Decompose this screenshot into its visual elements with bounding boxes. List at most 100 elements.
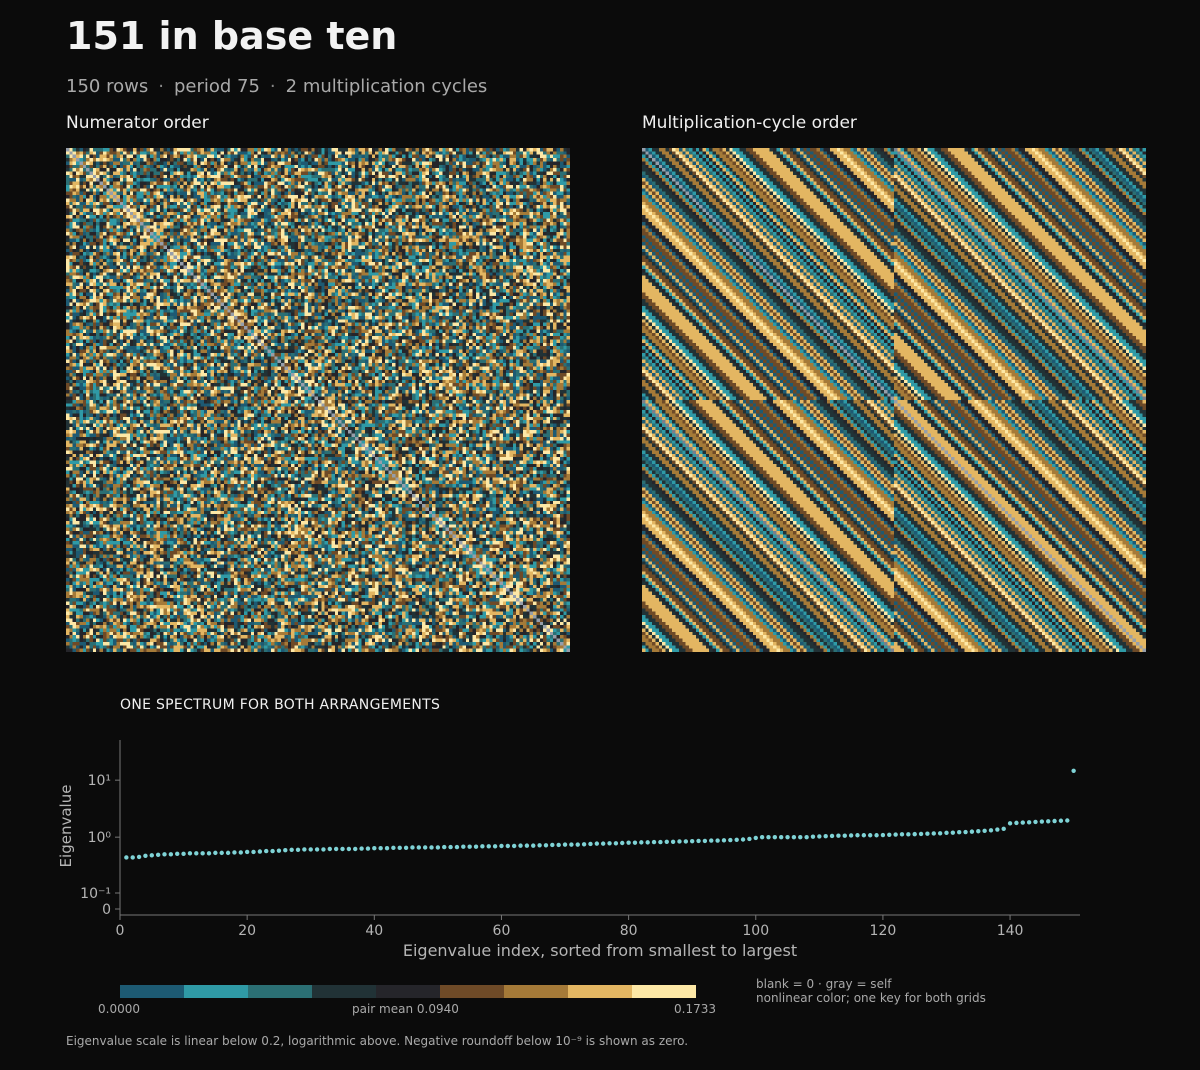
spectrum-point bbox=[556, 842, 561, 848]
spectrum-point bbox=[162, 852, 167, 857]
spectrum-point bbox=[225, 850, 231, 856]
spectrum-point bbox=[187, 851, 193, 856]
spectrum-point bbox=[276, 848, 282, 853]
spectrum-point bbox=[906, 832, 911, 837]
spectrum-point bbox=[289, 847, 294, 853]
spectrum-point bbox=[359, 846, 364, 851]
spectrum-point bbox=[861, 833, 867, 838]
spectrum-point bbox=[480, 844, 485, 849]
legend-swatch bbox=[312, 985, 376, 998]
spectrum-point bbox=[613, 841, 619, 846]
spectrum-point bbox=[817, 834, 822, 839]
y-tick-label: 0 bbox=[102, 902, 111, 918]
spectrum-point bbox=[200, 851, 205, 856]
spectrum-point bbox=[823, 833, 828, 839]
x-tick-label: 120 bbox=[870, 923, 897, 939]
spectrum-point bbox=[581, 842, 587, 847]
spectrum-point bbox=[149, 853, 154, 858]
spectrum-point bbox=[416, 845, 422, 850]
spectrum-point bbox=[1058, 818, 1064, 823]
spectrum-point bbox=[562, 842, 568, 847]
spectrum-point bbox=[721, 838, 727, 843]
spectrum-point bbox=[918, 831, 924, 837]
spectrum-point bbox=[181, 851, 186, 857]
spectrum-point bbox=[1014, 820, 1019, 826]
legend-max-label: 0.1733 bbox=[674, 1002, 716, 1016]
spectrum-point bbox=[702, 838, 708, 844]
spectrum-point bbox=[696, 838, 701, 844]
spectrum-point bbox=[505, 843, 511, 849]
spectrum-point bbox=[422, 845, 428, 850]
spectrum-point bbox=[384, 846, 390, 851]
spectrum-point bbox=[937, 831, 943, 836]
spectrum-point bbox=[887, 832, 892, 837]
spectrum-point bbox=[333, 846, 339, 852]
spectrum-point bbox=[397, 845, 402, 851]
spectrum-point bbox=[143, 853, 148, 859]
spectrum-point bbox=[492, 844, 498, 849]
spectrum-point bbox=[155, 852, 161, 858]
spectrum-point bbox=[308, 847, 313, 852]
spectrum-points bbox=[124, 768, 1076, 860]
spectrum-point bbox=[378, 846, 383, 851]
legend-note-blank-gray: blank = 0 · gray = self bbox=[756, 977, 892, 991]
numerator-order-heatmap bbox=[66, 148, 570, 652]
spectrum-point bbox=[353, 846, 358, 852]
spectrum-point bbox=[1026, 820, 1032, 825]
spectrum-point bbox=[734, 837, 739, 842]
spectrum-point bbox=[880, 832, 886, 838]
spectrum-point bbox=[728, 837, 733, 843]
x-tick-label: 40 bbox=[365, 923, 383, 939]
spectrum-point bbox=[531, 843, 536, 848]
spectrum-point bbox=[1007, 821, 1013, 826]
spectrum-point bbox=[130, 855, 135, 860]
legend-swatch bbox=[504, 985, 568, 998]
spectrum-point bbox=[1052, 818, 1057, 824]
y-tick-label: 10¹ bbox=[88, 773, 111, 789]
y-axis-label: Eigenvalue bbox=[57, 785, 75, 868]
legend-mid-label: pair mean 0.0940 bbox=[352, 1002, 459, 1016]
spectrum-point bbox=[982, 828, 987, 834]
spectrum-point bbox=[677, 839, 682, 844]
subtitle-separator: · bbox=[269, 76, 276, 97]
subtitle-separator: · bbox=[158, 76, 164, 97]
spectrum-point bbox=[626, 840, 631, 845]
spectrum-point bbox=[391, 845, 396, 851]
spectrum-point bbox=[136, 854, 142, 860]
spectrum-point bbox=[1033, 819, 1038, 825]
spectrum-point bbox=[238, 850, 243, 855]
spectrum-point bbox=[607, 841, 612, 846]
spectrum-point bbox=[1046, 819, 1051, 824]
legend-swatch bbox=[376, 985, 440, 998]
footnote: Eigenvalue scale is linear below 0.2, lo… bbox=[66, 1034, 689, 1048]
spectrum-point bbox=[232, 850, 237, 855]
spectrum-point bbox=[848, 833, 854, 838]
spectrum-point bbox=[206, 851, 212, 856]
spectrum-point bbox=[664, 839, 669, 844]
spectrum-point bbox=[600, 841, 606, 846]
spectrum-axes: 0 20 40 60 80 100 120 140010⁻¹10⁰10¹ bbox=[80, 740, 1080, 939]
spectrum-point bbox=[346, 846, 352, 852]
spectrum-point bbox=[511, 843, 517, 849]
x-tick-label: 20 bbox=[238, 923, 256, 939]
spectrum-point bbox=[651, 839, 657, 845]
spectrum-point bbox=[454, 844, 460, 850]
spectrum-point bbox=[778, 834, 784, 840]
spectrum-point bbox=[594, 841, 600, 846]
spectrum-point bbox=[772, 834, 778, 840]
spectrum-point bbox=[550, 842, 555, 848]
x-tick-label: 60 bbox=[493, 923, 511, 939]
numerator-order-title: Numerator order bbox=[66, 113, 209, 133]
spectrum-point bbox=[410, 845, 415, 850]
spectrum-point bbox=[753, 835, 758, 841]
spectrum-point bbox=[715, 838, 720, 843]
spectrum-point bbox=[499, 843, 504, 849]
spectrum-title: ONE SPECTRUM FOR BOTH ARRANGEMENTS bbox=[120, 697, 441, 713]
spectrum-point bbox=[302, 847, 307, 852]
spectrum-point bbox=[836, 833, 841, 838]
spectrum-point bbox=[473, 844, 479, 849]
spectrum-point bbox=[957, 830, 962, 835]
spectrum-point bbox=[257, 849, 263, 854]
y-tick-label: 10⁰ bbox=[88, 830, 112, 846]
spectrum-point bbox=[791, 834, 797, 840]
